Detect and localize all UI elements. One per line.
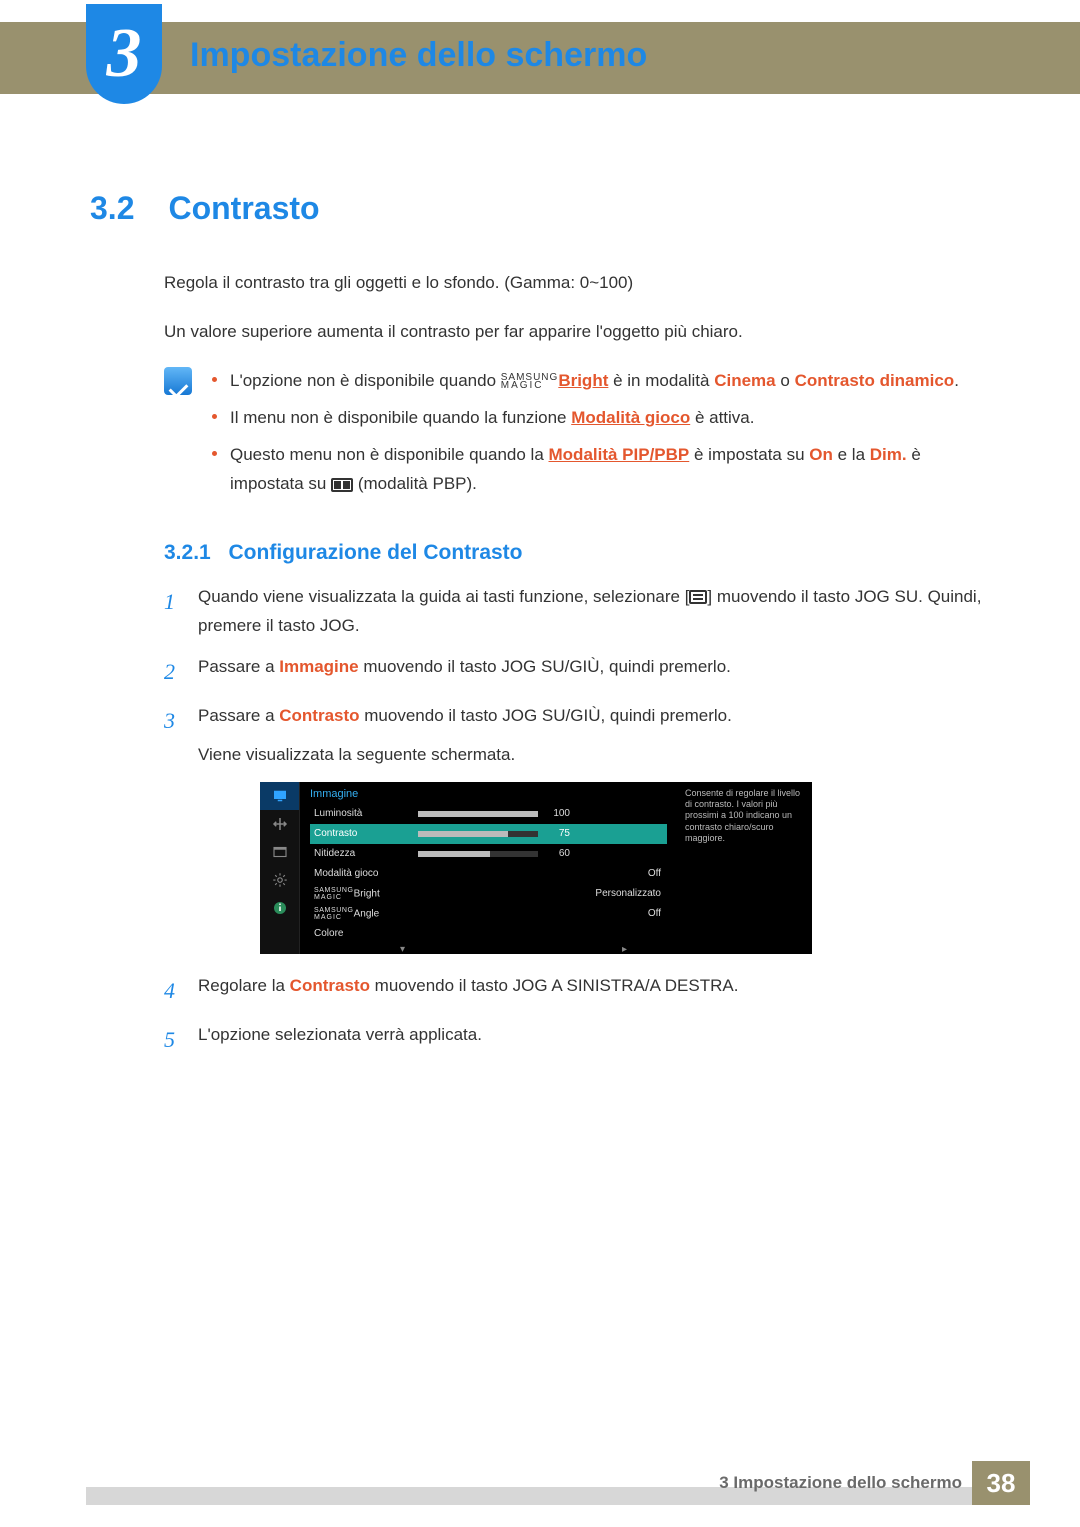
chapter-badge: 3 (86, 4, 162, 104)
step-number: 1 (164, 583, 180, 641)
osd-value: Off (418, 868, 667, 879)
osd-slider (418, 831, 538, 837)
mode-dynamic-contrast: Contrasto dinamico (795, 371, 955, 390)
chapter-number: 3 (107, 14, 142, 94)
osd-tab-info-icon (260, 894, 299, 922)
osd-row: SAMSUNGMAGICBright Personalizzato (310, 884, 667, 904)
samsung-magic-logo: SAMSUNGMAGIC (501, 374, 559, 390)
menu-contrasto: Contrasto (279, 706, 359, 725)
menu-immagine: Immagine (279, 657, 358, 676)
section-number: 3.2 (90, 190, 164, 227)
menu-contrasto: Contrasto (290, 976, 370, 995)
osd-row: Contrasto 75 (310, 824, 667, 844)
osd-row: SAMSUNGMAGICAngle Off (310, 904, 667, 924)
osd-row-label: Modalità gioco (310, 868, 410, 879)
magic-bright-link[interactable]: Bright (558, 371, 608, 390)
subsection-heading: 3.2.1 Configurazione del Contrasto (164, 541, 990, 565)
step-number: 5 (164, 1021, 180, 1058)
osd-row-label: SAMSUNGMAGICAngle (310, 907, 410, 921)
section-title: Contrasto (168, 190, 319, 226)
osd-row-label: Luminosità (310, 808, 410, 819)
intro-block: Regola il contrasto tra gli oggetti e lo… (164, 269, 990, 345)
osd-row: Luminosità 100 (310, 804, 667, 824)
note-check-icon (164, 367, 192, 395)
note-item-3: Questo menu non è disponibile quando la … (212, 441, 990, 499)
pbp-mode-icon (331, 478, 353, 492)
osd-row-label: Colore (310, 928, 410, 939)
note-list: L'opzione non è disponibile quando SAMSU… (212, 367, 990, 507)
intro-p1: Regola il contrasto tra gli oggetti e lo… (164, 269, 990, 296)
note-block: L'opzione non è disponibile quando SAMSU… (164, 367, 990, 507)
osd-row: Modalità gioco Off (310, 864, 667, 884)
osd-row-label: SAMSUNGMAGICBright (310, 887, 410, 901)
osd-main: Immagine Luminosità 100 Contrasto 75 Nitidez… (300, 782, 677, 954)
osd-tab-pip-icon (260, 838, 299, 866)
pip-pbp-link[interactable]: Modalità PIP/PBP (549, 445, 690, 464)
page-content: 3.2 Contrasto Regola il contrasto tra gl… (90, 190, 990, 1071)
chapter-title: Impostazione dello schermo (190, 36, 647, 75)
section-heading: 3.2 Contrasto (90, 190, 990, 227)
osd-tab-settings-icon (260, 866, 299, 894)
osd-screenshot: Immagine Luminosità 100 Contrasto 75 Nitidez… (260, 782, 812, 954)
arrow-right-icon: ▸ (622, 944, 627, 955)
osd-row-label: Nitidezza (310, 848, 410, 859)
step-number: 4 (164, 972, 180, 1009)
intro-p2: Un valore superiore aumenta il contrasto… (164, 318, 990, 345)
step-3-followup: Viene visualizzata la seguente schermata… (198, 745, 515, 764)
footer-page-number: 38 (972, 1461, 1030, 1505)
subsection-number: 3.2.1 (164, 541, 211, 564)
note-item-2: Il menu non è disponibile quando la funz… (212, 404, 990, 433)
step-5-text: L'opzione selezionata verrà applicata. (198, 1021, 482, 1058)
osd-row: Colore (310, 924, 667, 944)
osd-slider (418, 811, 538, 817)
step-number: 2 (164, 653, 180, 690)
step-2: 2 Passare a Immagine muovendo il tasto J… (164, 653, 990, 690)
osd-sidebar (260, 782, 300, 954)
step-4: 4 Regolare la Contrasto muovendo il tast… (164, 972, 990, 1009)
step-number: 3 (164, 702, 180, 770)
osd-tab-size-icon (260, 810, 299, 838)
menu-icon (689, 590, 707, 604)
arrow-down-icon: ▾ (400, 944, 405, 955)
step-3: 3 Passare a Contrasto muovendo il tasto … (164, 702, 990, 770)
note-item-1: L'opzione non è disponibile quando SAMSU… (212, 367, 990, 396)
page-footer: 3 Impostazione dello schermo 38 (0, 1461, 1080, 1505)
osd-tab-picture-icon (260, 782, 299, 810)
osd-row: Nitidezza 60 (310, 844, 667, 864)
osd-value: 100 (546, 808, 574, 819)
osd-value: 75 (546, 828, 574, 839)
osd-nav-arrows: ▾▸ (310, 944, 667, 955)
step-5: 5 L'opzione selezionata verrà applicata. (164, 1021, 990, 1058)
step-1: 1 Quando viene visualizzata la guida ai … (164, 583, 990, 641)
game-mode-link[interactable]: Modalità gioco (571, 408, 690, 427)
osd-value: Personalizzato (418, 888, 667, 899)
steps-list: 1 Quando viene visualizzata la guida ai … (164, 583, 990, 770)
footer-text: 3 Impostazione dello schermo (719, 1473, 962, 1493)
osd-value: Off (418, 908, 667, 919)
osd-header: Immagine (310, 788, 667, 800)
osd-row-label: Contrasto (310, 828, 410, 839)
mode-cinema: Cinema (714, 371, 775, 390)
osd-slider (418, 851, 538, 857)
subsection-title: Configurazione del Contrasto (229, 541, 523, 564)
value-dim: Dim. (870, 445, 907, 464)
steps-list-cont: 4 Regolare la Contrasto muovendo il tast… (164, 972, 990, 1059)
osd-value: 60 (546, 848, 574, 859)
value-on: On (809, 445, 833, 464)
osd-description: Consente di regolare il livello di contr… (677, 782, 812, 954)
